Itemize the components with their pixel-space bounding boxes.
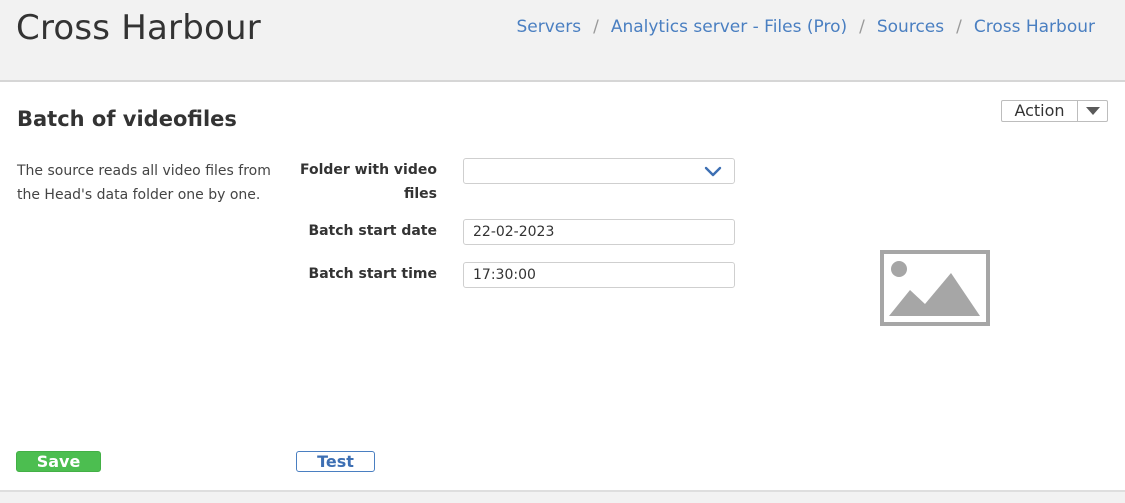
batch-start-date-input[interactable] xyxy=(463,219,735,245)
breadcrumb-separator: / xyxy=(593,17,599,37)
section-title: Batch of videofiles xyxy=(17,107,237,131)
source-description: The source reads all video files from th… xyxy=(17,163,271,203)
batch-start-time-input[interactable] xyxy=(463,262,735,288)
action-button-label: Action xyxy=(1002,101,1078,121)
breadcrumb: Servers / Analytics server - Files (Pro) / S… xyxy=(516,14,1095,40)
breadcrumb-servers[interactable]: Servers xyxy=(516,17,581,37)
breadcrumb-current-source[interactable]: Cross Harbour xyxy=(974,17,1095,37)
image-placeholder-icon xyxy=(880,250,990,326)
chevron-down-icon xyxy=(704,166,722,177)
page-title: Cross Harbour xyxy=(16,8,261,48)
folder-label: Folder with video files xyxy=(299,162,437,202)
breadcrumb-analytics-server[interactable]: Analytics server - Files (Pro) xyxy=(611,17,847,37)
save-button[interactable]: Save xyxy=(16,451,101,472)
breadcrumb-sources[interactable]: Sources xyxy=(877,17,944,37)
batch-start-date-label: Batch start date xyxy=(308,223,437,239)
breadcrumb-separator: / xyxy=(859,17,865,37)
action-dropdown-button[interactable]: Action xyxy=(1001,100,1108,122)
caret-down-icon xyxy=(1078,101,1107,121)
test-button[interactable]: Test xyxy=(296,451,375,472)
header-bar: Cross Harbour Servers / Analytics server -… xyxy=(0,0,1125,82)
batch-start-time-label: Batch start time xyxy=(308,266,437,282)
footer-bar xyxy=(0,490,1125,503)
breadcrumb-separator: / xyxy=(956,17,962,37)
folder-select[interactable] xyxy=(463,158,735,184)
